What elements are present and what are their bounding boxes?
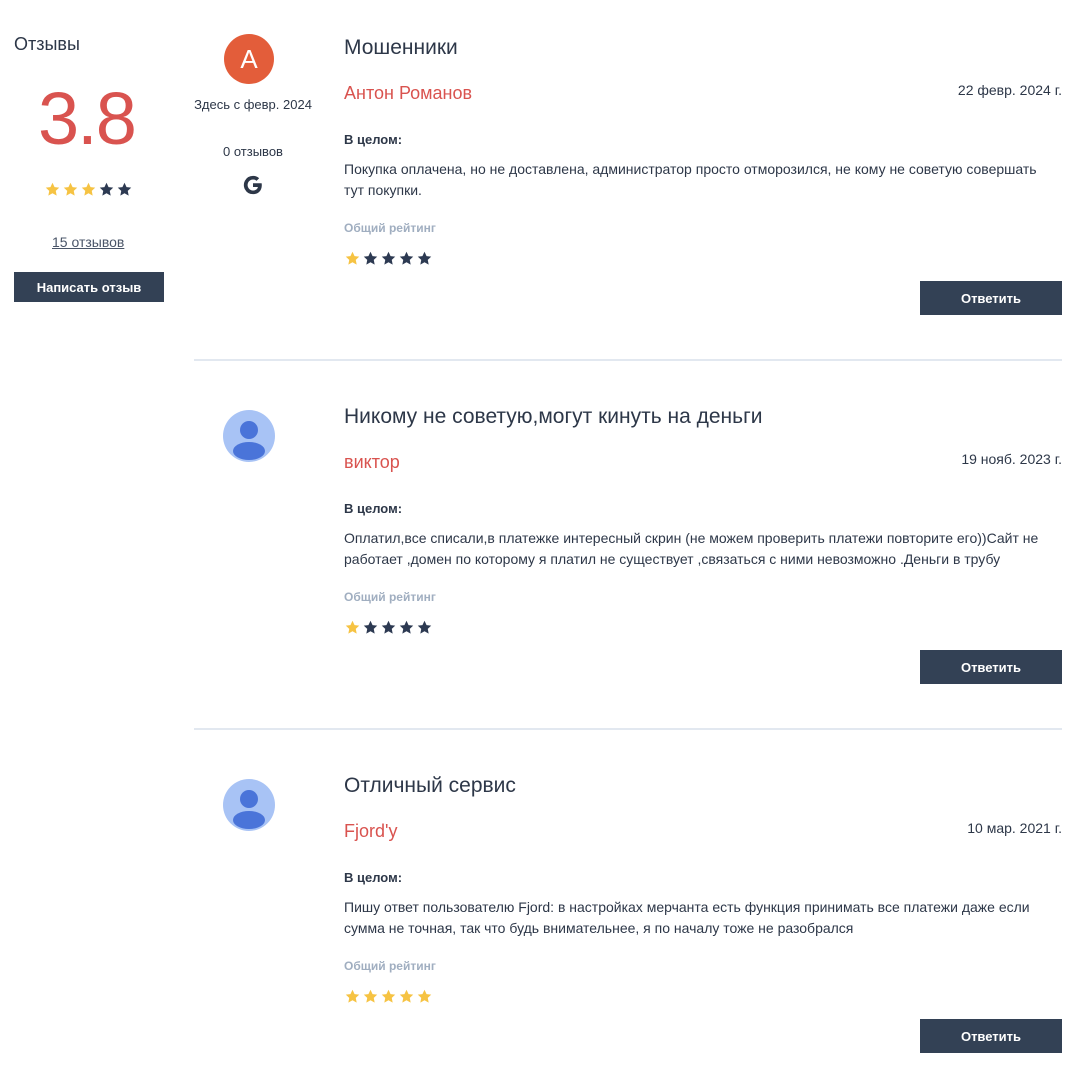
rating-label: Общий рейтинг [344, 959, 436, 973]
star-empty-icon [363, 620, 378, 634]
write-review-button[interactable]: Написать отзыв [14, 272, 164, 302]
star-filled-icon [345, 989, 360, 1003]
star-filled-icon [81, 182, 96, 196]
member-since: Здесь с февр. 2024 [194, 97, 312, 112]
google-icon [243, 175, 262, 195]
star-filled-icon [363, 989, 378, 1003]
star-filled-icon [345, 251, 360, 265]
review-date: 10 мар. 2021 г. [967, 820, 1062, 836]
star-empty-icon [417, 251, 432, 265]
review-text: Покупка оплачена, но не доставлена, адми… [344, 161, 1037, 198]
star-filled-icon [63, 182, 78, 196]
avatar: A [224, 34, 274, 84]
user-review-count: 0 отзывов [223, 144, 283, 159]
star-filled-icon [381, 989, 396, 1003]
overall-label: В целом: [344, 132, 403, 147]
review-text: Пишу ответ пользователю Fjord: в настрой… [344, 899, 1030, 936]
summary-star-rating [44, 181, 134, 198]
star-empty-icon [417, 620, 432, 634]
divider [194, 728, 1062, 730]
star-empty-icon [399, 251, 414, 265]
summary-title: Отзывы [14, 34, 80, 54]
star-empty-icon [381, 620, 396, 634]
review-date: 22 февр. 2024 г. [957, 82, 1062, 98]
review-card: A Здесь с февр. 2024 0 отзывов Мошенники… [194, 0, 1062, 369]
star-filled-icon [345, 620, 360, 634]
review-star-rating [344, 250, 434, 267]
rating-label: Общий рейтинг [344, 221, 436, 235]
star-filled-icon [399, 989, 414, 1003]
user-avatar-icon [223, 410, 275, 462]
review-date: 19 нояб. 2023 г. [961, 451, 1062, 467]
review-card: Отличный сервис Fjord'y 10 мар. 2021 г. … [194, 738, 1062, 1090]
reply-button[interactable]: Ответить [920, 650, 1062, 684]
review-card: Никому не советую,могут кинуть на деньги… [194, 369, 1062, 738]
review-author[interactable]: Fjord'y [344, 821, 397, 842]
rating-label: Общий рейтинг [344, 590, 436, 604]
review-author[interactable]: Антон Романов [344, 83, 472, 104]
reviews-count-link[interactable]: 15 отзывов [52, 234, 124, 250]
reply-button[interactable]: Ответить [920, 1019, 1062, 1053]
star-empty-icon [99, 182, 114, 196]
star-filled-icon [417, 989, 432, 1003]
review-text: Оплатил,все списали,в платежке интересны… [344, 530, 1039, 567]
review-star-rating [344, 619, 434, 636]
star-empty-icon [399, 620, 414, 634]
review-star-rating [344, 988, 434, 1005]
review-author[interactable]: виктор [344, 452, 400, 473]
reply-button[interactable]: Ответить [920, 281, 1062, 315]
average-score: 3.8 [38, 77, 137, 160]
overall-label: В целом: [344, 870, 403, 885]
divider [194, 359, 1062, 361]
star-empty-icon [117, 182, 132, 196]
review-title: Мошенники [344, 36, 458, 59]
review-title: Никому не советую,могут кинуть на деньги [344, 405, 763, 428]
user-avatar-icon [223, 779, 275, 831]
star-empty-icon [381, 251, 396, 265]
star-empty-icon [363, 251, 378, 265]
star-filled-icon [45, 182, 60, 196]
review-title: Отличный сервис [344, 774, 516, 797]
overall-label: В целом: [344, 501, 403, 516]
